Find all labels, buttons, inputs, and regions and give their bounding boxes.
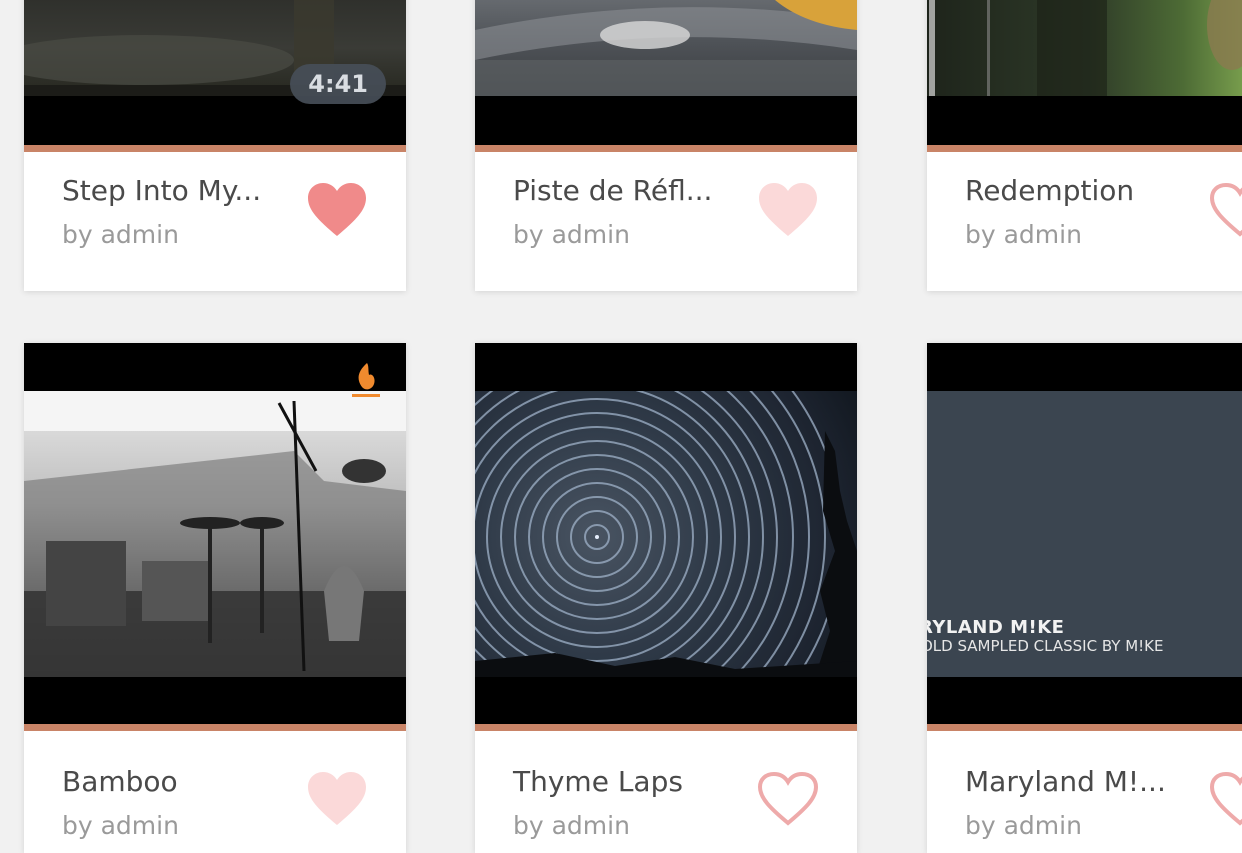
- video-author[interactable]: by admin: [513, 220, 630, 249]
- thumbnail-overlay-line2: OLD SAMPLED CLASSIC BY M!KE: [927, 637, 1164, 655]
- video-thumbnail[interactable]: RYLAND M!KE OLD SAMPLED CLASSIC BY M!KE: [927, 343, 1242, 724]
- heart-icon[interactable]: [1209, 771, 1242, 827]
- card-accent-bar: [475, 145, 857, 152]
- heart-icon[interactable]: [757, 182, 819, 238]
- card-accent-bar: [927, 724, 1242, 731]
- thumbnail-image: RYLAND M!KE OLD SAMPLED CLASSIC BY M!KE: [927, 391, 1242, 677]
- video-title[interactable]: Step Into My...: [62, 174, 261, 207]
- heart-icon[interactable]: [1209, 182, 1242, 238]
- video-author[interactable]: by admin: [513, 811, 630, 840]
- thumbnail-art: [929, 0, 1242, 96]
- thumbnail-image: [475, 391, 857, 677]
- video-title[interactable]: Bamboo: [62, 765, 178, 798]
- video-thumbnail[interactable]: [24, 343, 406, 724]
- video-thumbnail[interactable]: [475, 343, 857, 724]
- video-title[interactable]: Maryland M!...: [965, 765, 1166, 798]
- thumbnail-image: [475, 0, 857, 96]
- video-title[interactable]: Piste de Réfl...: [513, 174, 712, 207]
- video-grid: 4:41 Step Into My... by admin Piste de R…: [0, 0, 1242, 853]
- card-info: Redemption by admin: [927, 152, 1242, 291]
- thumbnail-image: [927, 0, 1242, 96]
- card-accent-bar: [927, 145, 1242, 152]
- video-author[interactable]: by admin: [965, 811, 1082, 840]
- thumbnail-art: [475, 0, 857, 96]
- video-author[interactable]: by admin: [62, 220, 179, 249]
- flame-icon: [352, 363, 380, 397]
- video-title[interactable]: Thyme Laps: [513, 765, 683, 798]
- video-author[interactable]: by admin: [965, 220, 1082, 249]
- thumbnail-art: [24, 391, 406, 677]
- thumbnail-image: [24, 391, 406, 677]
- video-thumbnail[interactable]: [475, 0, 857, 145]
- video-card[interactable]: Bamboo by admin: [24, 343, 406, 853]
- thumbnail-art: [475, 391, 857, 677]
- card-info: Step Into My... by admin: [24, 152, 406, 291]
- video-title[interactable]: Redemption: [965, 174, 1134, 207]
- video-card[interactable]: 4:41 Step Into My... by admin: [24, 0, 406, 291]
- video-thumbnail[interactable]: 4:41: [24, 0, 406, 145]
- card-info: Bamboo by admin: [24, 731, 406, 853]
- video-author[interactable]: by admin: [62, 811, 179, 840]
- heart-icon[interactable]: [757, 771, 819, 827]
- card-accent-bar: [475, 724, 857, 731]
- video-card[interactable]: RYLAND M!KE OLD SAMPLED CLASSIC BY M!KE …: [927, 343, 1242, 853]
- video-card[interactable]: Redemption by admin: [927, 0, 1242, 291]
- card-info: Maryland M!... by admin: [927, 731, 1242, 853]
- heart-icon[interactable]: [306, 182, 368, 238]
- card-accent-bar: [24, 145, 406, 152]
- card-info: Piste de Réfl... by admin: [475, 152, 857, 291]
- card-accent-bar: [24, 724, 406, 731]
- video-card[interactable]: Piste de Réfl... by admin: [475, 0, 857, 291]
- thumbnail-overlay-line1: RYLAND M!KE: [927, 617, 1065, 638]
- card-info: Thyme Laps by admin: [475, 731, 857, 853]
- duration-badge: 4:41: [290, 64, 386, 104]
- heart-icon[interactable]: [306, 771, 368, 827]
- video-card[interactable]: Thyme Laps by admin: [475, 343, 857, 853]
- video-thumbnail[interactable]: [927, 0, 1242, 145]
